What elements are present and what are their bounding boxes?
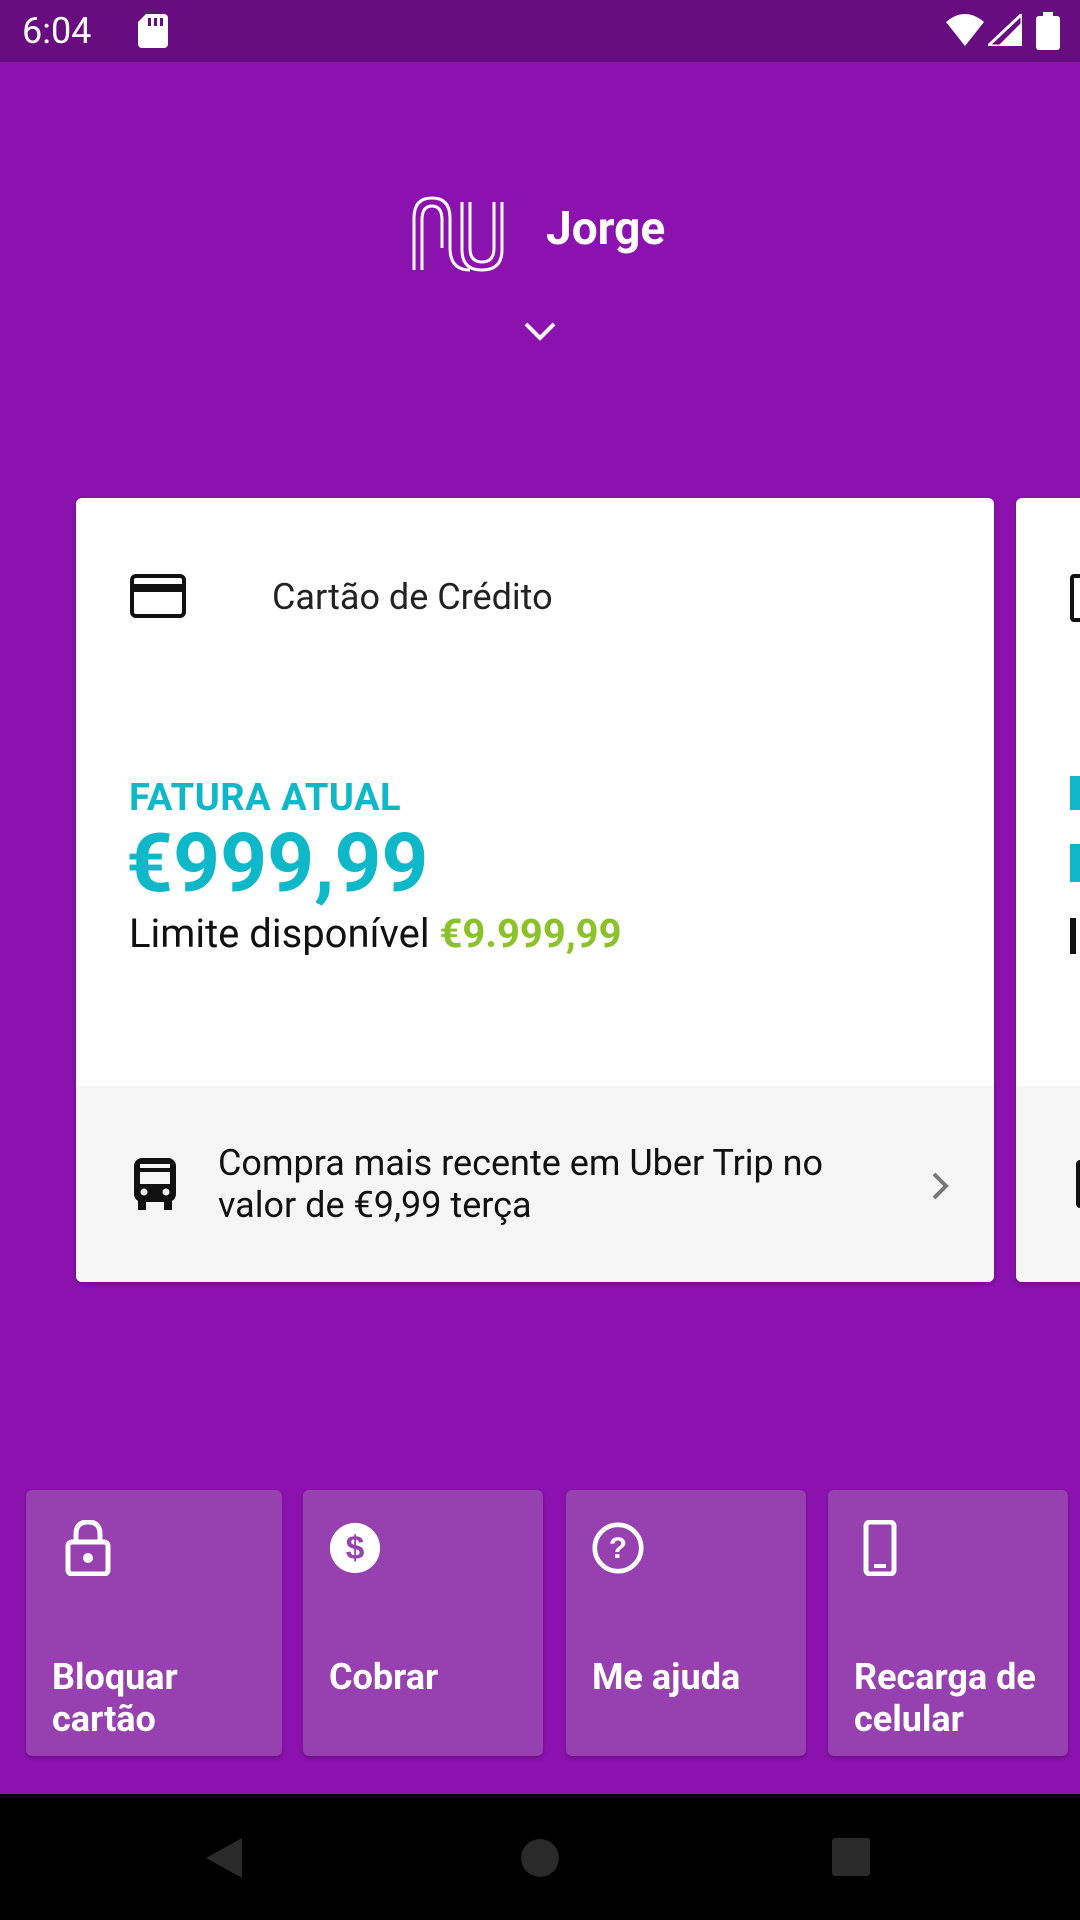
nubank-logo	[412, 196, 504, 272]
next-card-footer-icon-fragment	[1076, 1160, 1080, 1208]
shortcut-label: Recarga de celular	[854, 1656, 1036, 1740]
chevron-right-icon	[932, 1172, 949, 1200]
chevron-down-icon[interactable]	[522, 320, 558, 344]
next-card-footer	[1016, 1086, 1080, 1282]
user-name: Jorge	[546, 202, 666, 256]
next-card-icon	[1070, 574, 1080, 622]
next-card-label-fragment	[1070, 776, 1080, 810]
battery-icon	[1036, 12, 1060, 50]
recent-purchase-text: Compra mais recente em Uber Trip no valo…	[218, 1142, 824, 1226]
credit-card-card[interactable]: Cartão de Crédito FATURA ATUAL €999,99 L…	[76, 498, 994, 1282]
shortcut-label: Me ajuda	[592, 1656, 741, 1698]
shortcut-cobrar[interactable]: $ Cobrar	[303, 1490, 543, 1756]
recents-icon[interactable]	[832, 1838, 870, 1876]
header[interactable]: Jorge	[0, 62, 1080, 442]
card-header: Cartão de Crédito	[130, 570, 930, 620]
status-bar: 6:04	[0, 0, 1080, 62]
limit-value: €9.999,99	[439, 910, 622, 957]
next-card-limit-fragment	[1070, 918, 1076, 954]
card-title: Cartão de Crédito	[272, 576, 553, 618]
home-icon[interactable]	[520, 1838, 560, 1878]
shortcut-bloquar-cartao[interactable]: Bloquar cartão	[26, 1490, 282, 1756]
svg-text:?: ?	[609, 1532, 627, 1565]
limit-label: Limite disponível	[129, 910, 430, 957]
phone-icon	[863, 1520, 897, 1576]
credit-card-icon	[130, 574, 186, 618]
status-time: 6:04	[22, 10, 92, 52]
signal-icon	[988, 14, 1022, 46]
next-card-peek[interactable]	[1016, 498, 1080, 1282]
bus-icon	[134, 1158, 176, 1210]
svg-text:$: $	[346, 1530, 365, 1567]
shortcut-label: Bloquar cartão	[52, 1656, 178, 1740]
back-icon[interactable]	[204, 1836, 244, 1880]
recent-purchase-row[interactable]: Compra mais recente em Uber Trip no valo…	[76, 1086, 994, 1282]
limit-row: Limite disponível €9.999,99	[129, 910, 622, 957]
shortcut-recarga-de-celular[interactable]: Recarga de celular	[828, 1490, 1068, 1756]
dollar-icon: $	[329, 1522, 381, 1574]
lock-icon	[65, 1520, 111, 1576]
shortcut-label: Cobrar	[329, 1656, 439, 1698]
help-icon: ?	[592, 1522, 644, 1574]
next-card-amount-fragment	[1070, 844, 1080, 882]
fatura-label: FATURA ATUAL	[129, 776, 402, 820]
fatura-amount: €999,99	[126, 816, 429, 912]
sd-card-icon	[138, 14, 168, 48]
shortcut-me-ajuda[interactable]: ? Me ajuda	[566, 1490, 806, 1756]
navigation-bar	[0, 1794, 1080, 1920]
wifi-icon	[946, 14, 984, 46]
shortcuts-row: Bloquar cartão $ Cobrar ? Me ajuda Recar…	[26, 1490, 1080, 1756]
